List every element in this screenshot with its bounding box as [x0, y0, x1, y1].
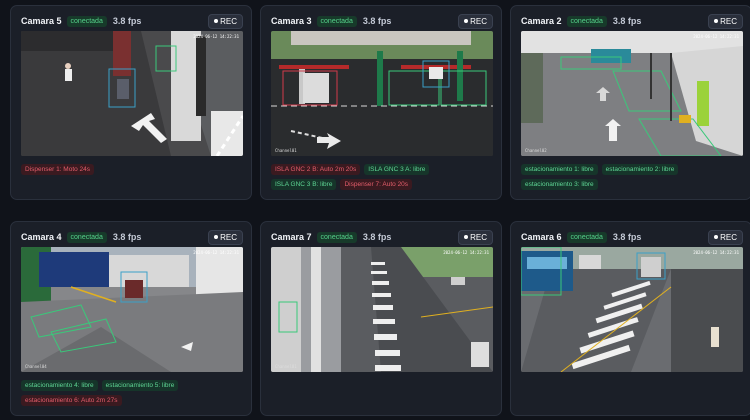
rec-button[interactable]: REC — [458, 13, 493, 29]
rec-button[interactable]: REC — [708, 229, 743, 245]
zone-tag: estacionamiento 4: libre — [21, 380, 98, 391]
zone-tags: estacionamiento 4: libre estacionamiento… — [21, 380, 245, 406]
camera-feed[interactable]: 2024-06-12 14:22:31 Channel04 — [21, 247, 243, 372]
camera-feed[interactable]: 2024-06-12 14:22:31 Channel01 — [271, 247, 493, 372]
record-dot-icon — [464, 234, 469, 239]
zone-tag: Dispenser 7: Auto 20s — [340, 179, 413, 190]
rec-button[interactable]: REC — [458, 229, 493, 245]
rec-label: REC — [720, 232, 737, 242]
camera-header: Camara 3 conectada 3.8 fps REC — [271, 13, 493, 29]
feed-timestamp: 2024-06-12 14:22:31 — [193, 34, 239, 39]
feed-image — [271, 31, 493, 156]
record-dot-icon — [714, 234, 719, 239]
camera-feed[interactable]: 2024-06-12 14:22:31 Channel02 — [521, 31, 743, 156]
fps-readout: 3.8 fps — [362, 232, 392, 242]
connection-badge: conectada — [66, 231, 107, 243]
zone-tags: estacionamiento 1: libre estacionamiento… — [521, 164, 745, 190]
zone-tag: ISLA GNC 3 A: libre — [364, 164, 430, 175]
camera-name: Camara 3 — [271, 16, 312, 26]
feed-channel: Channel04 — [25, 364, 47, 369]
rec-button[interactable]: REC — [208, 13, 243, 29]
rec-button[interactable]: REC — [708, 13, 743, 29]
feed-timestamp: 2024-06-12 14:22:31 — [193, 250, 239, 255]
zone-tag: Dispenser 1: Moto 24s — [21, 164, 95, 175]
fps-readout: 3.8 fps — [612, 16, 642, 26]
camera-header: Camara 4 conectada 3.8 fps REC — [21, 229, 243, 245]
feed-channel: Channel01 — [275, 148, 297, 153]
zone-tag: estacionamiento 2: libre — [601, 164, 679, 175]
feed-timestamp: 2024-06-12 14:22:31 — [693, 250, 739, 255]
camera-name: Camara 6 — [521, 232, 562, 242]
feed-channel: Channel01 — [275, 364, 297, 369]
camera-card[interactable]: Camara 6 conectada 3.8 fps REC 2024-06-1… — [510, 221, 750, 416]
fps-readout: 3.8 fps — [362, 16, 392, 26]
rec-label: REC — [220, 232, 237, 242]
zone-tags: ISLA GNC 2 B: Auto 2m 20s ISLA GNC 3 A: … — [271, 164, 495, 190]
zone-tag: estacionamiento 6: Auto 2m 27s — [21, 395, 122, 406]
feed-channel: Channel02 — [525, 148, 547, 153]
camera-name: Camara 4 — [21, 232, 62, 242]
connection-badge: conectada — [566, 15, 607, 27]
camera-header: Camara 7 conectada 3.8 fps REC — [271, 229, 493, 245]
camera-header: Camara 5 conectada 3.8 fps REC — [21, 13, 243, 29]
feed-image — [21, 31, 243, 156]
record-dot-icon — [214, 234, 219, 239]
zone-tag: ISLA GNC 2 B: Auto 2m 20s — [271, 164, 361, 175]
feed-image — [271, 247, 493, 372]
connection-badge: conectada — [316, 15, 357, 27]
connection-badge: conectada — [566, 231, 607, 243]
fps-readout: 3.8 fps — [112, 232, 142, 242]
camera-name: Camara 5 — [21, 16, 62, 26]
camera-feed[interactable]: Channel01 — [271, 31, 493, 156]
connection-badge: conectada — [66, 15, 107, 27]
feed-image — [521, 31, 743, 156]
feed-timestamp: 2024-06-12 14:22:31 — [443, 250, 489, 255]
zone-tag: estacionamiento 3: libre — [521, 179, 598, 190]
rec-label: REC — [470, 16, 487, 26]
rec-button[interactable]: REC — [208, 229, 243, 245]
camera-card[interactable]: Camara 3 conectada 3.8 fps REC Channel01… — [260, 5, 502, 200]
camera-card[interactable]: Camara 2 conectada 3.8 fps REC 2024-06-1… — [510, 5, 750, 200]
zone-tag: ISLA GNC 3 B: libre — [271, 179, 337, 190]
zone-tag: estacionamiento 5: libre — [101, 380, 179, 391]
connection-badge: conectada — [316, 231, 357, 243]
fps-readout: 3.8 fps — [112, 16, 142, 26]
record-dot-icon — [714, 18, 719, 23]
zone-tags: Dispenser 1: Moto 24s — [21, 164, 245, 175]
feed-timestamp: 2024-06-12 14:22:31 — [693, 34, 739, 39]
camera-header: Camara 2 conectada 3.8 fps REC — [521, 13, 743, 29]
feed-image — [521, 247, 743, 372]
rec-label: REC — [470, 232, 487, 242]
camera-card[interactable]: Camara 7 conectada 3.8 fps REC 2024-06-1… — [260, 221, 502, 416]
rec-label: REC — [220, 16, 237, 26]
record-dot-icon — [214, 18, 219, 23]
fps-readout: 3.8 fps — [612, 232, 642, 242]
camera-feed[interactable]: 2024-06-12 14:22:31 — [521, 247, 743, 372]
camera-header: Camara 6 conectada 3.8 fps REC — [521, 229, 743, 245]
rec-label: REC — [720, 16, 737, 26]
camera-grid: Camara 5 conectada 3.8 fps REC 2024-06-1… — [0, 0, 750, 420]
camera-name: Camara 2 — [521, 16, 562, 26]
record-dot-icon — [464, 18, 469, 23]
zone-tag: estacionamiento 1: libre — [521, 164, 598, 175]
feed-image — [21, 247, 243, 372]
camera-card[interactable]: Camara 4 conectada 3.8 fps REC 2024-06-1… — [10, 221, 252, 416]
camera-feed[interactable]: 2024-06-12 14:22:31 — [21, 31, 243, 156]
camera-card[interactable]: Camara 5 conectada 3.8 fps REC 2024-06-1… — [10, 5, 252, 200]
camera-name: Camara 7 — [271, 232, 312, 242]
